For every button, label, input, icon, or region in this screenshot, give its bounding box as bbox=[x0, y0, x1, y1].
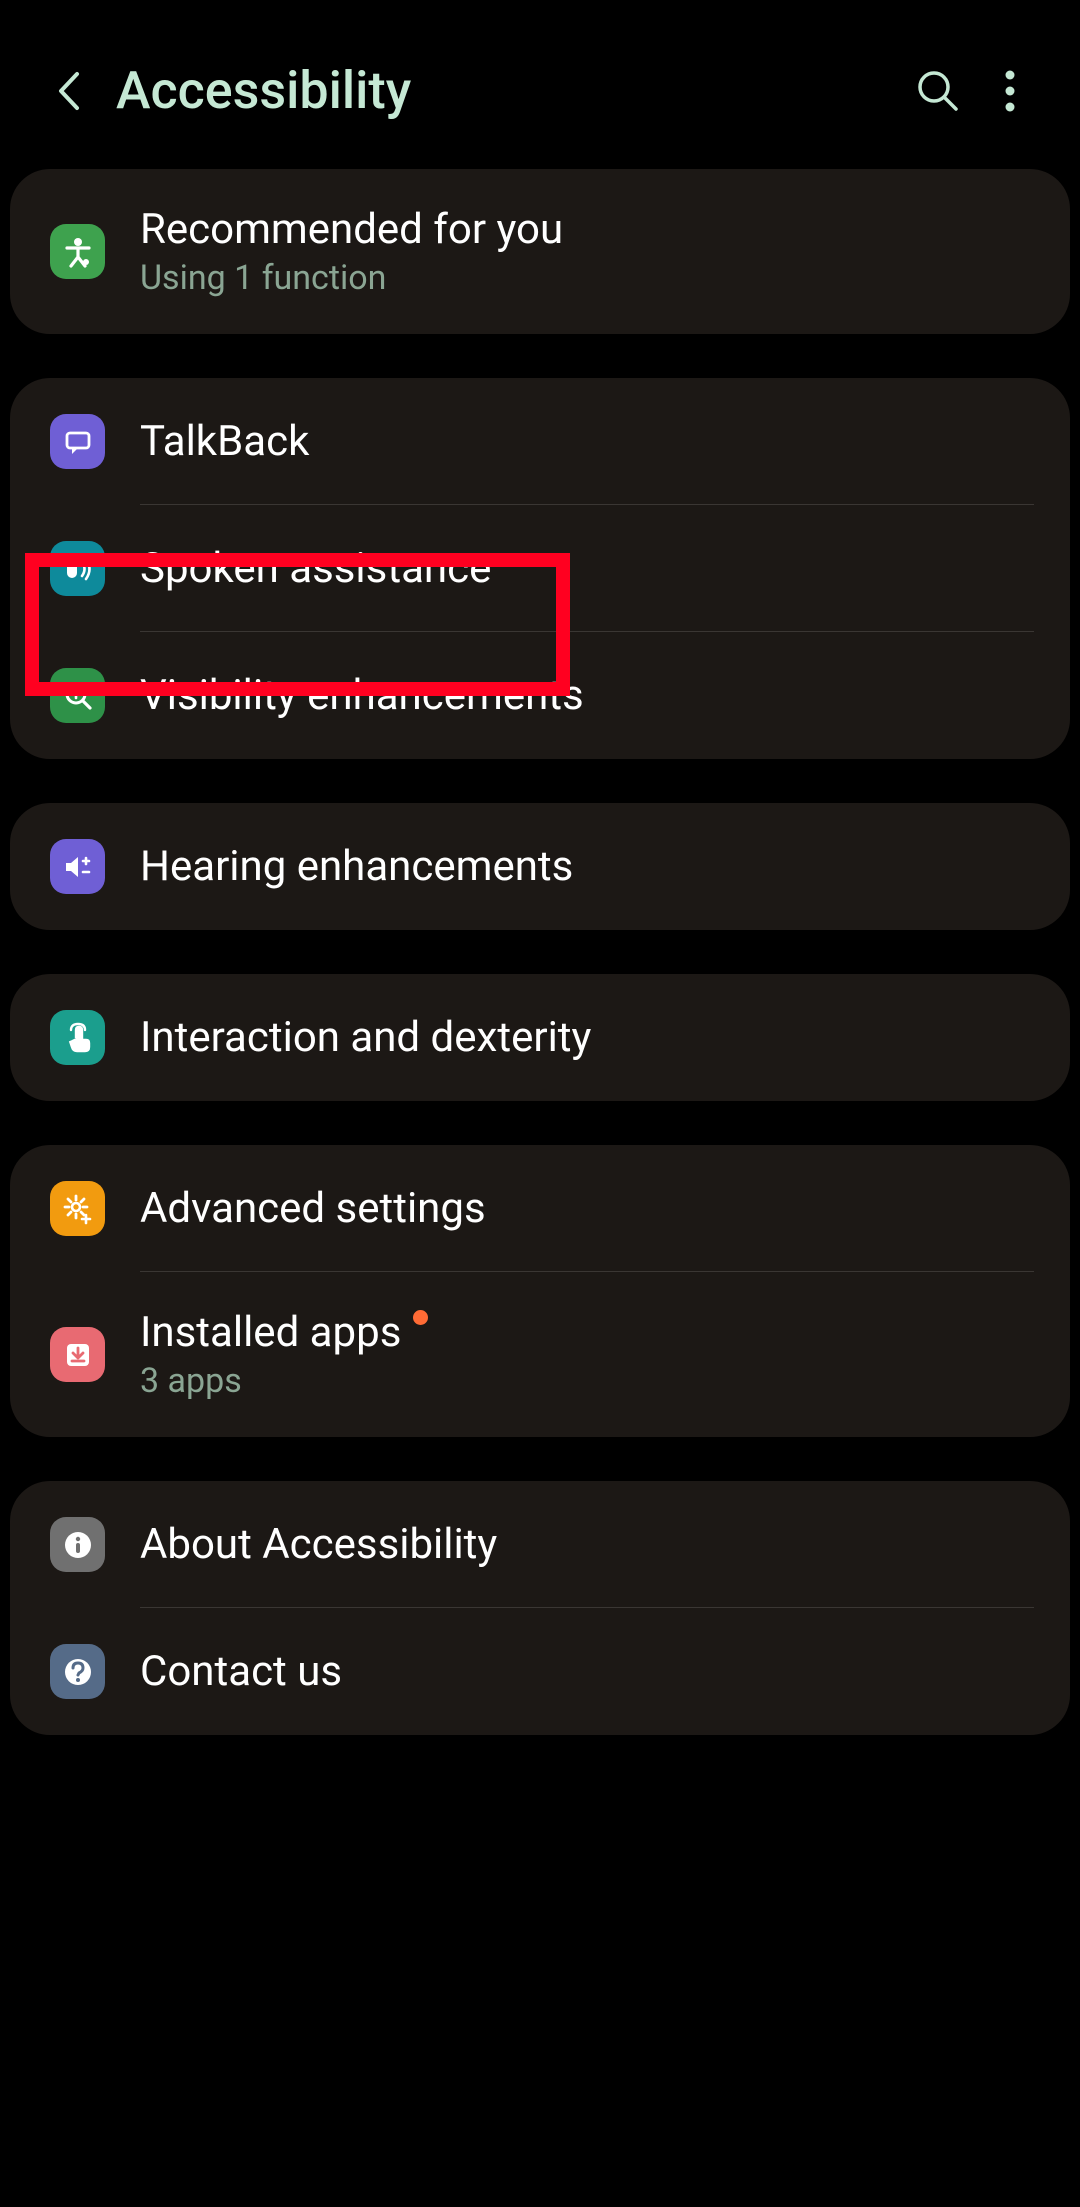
row-text: Advanced settings bbox=[140, 1184, 486, 1233]
row-text: TalkBack bbox=[140, 417, 309, 466]
search-button[interactable] bbox=[915, 68, 960, 113]
row-title: Hearing enhancements bbox=[140, 842, 573, 891]
settings-groups: Recommended for youUsing 1 function TalkB… bbox=[0, 169, 1080, 1735]
info-circle-icon bbox=[50, 1517, 105, 1572]
settings-group-advanced: Advanced settings Installed apps3 apps bbox=[10, 1145, 1070, 1437]
volume-adjust-icon bbox=[50, 839, 105, 894]
chevron-left-icon bbox=[55, 70, 81, 112]
row-installed-apps[interactable]: Installed apps3 apps bbox=[10, 1272, 1070, 1437]
row-title: Visibility enhancements bbox=[140, 671, 584, 720]
row-spoken-assistance[interactable]: Spoken assistance bbox=[10, 505, 1070, 632]
vertical-dots-icon bbox=[1005, 70, 1015, 112]
row-about-accessibility[interactable]: About Accessibility bbox=[10, 1481, 1070, 1608]
back-button[interactable] bbox=[50, 73, 86, 109]
row-subtitle: Using 1 function bbox=[140, 258, 563, 298]
row-title: Advanced settings bbox=[140, 1184, 486, 1233]
magnify-plus-icon bbox=[50, 668, 105, 723]
row-title: About Accessibility bbox=[140, 1520, 497, 1569]
touch-tap-icon bbox=[50, 1010, 105, 1065]
notification-badge bbox=[413, 1310, 428, 1325]
row-title: Interaction and dexterity bbox=[140, 1013, 591, 1062]
row-text: Hearing enhancements bbox=[140, 842, 573, 891]
row-text: Visibility enhancements bbox=[140, 671, 584, 720]
settings-group-speech-vision: TalkBack Spoken assistance Visibility enha… bbox=[10, 378, 1070, 759]
row-title: Installed apps bbox=[140, 1308, 428, 1357]
row-text: Spoken assistance bbox=[140, 544, 491, 593]
settings-group-interaction: Interaction and dexterity bbox=[10, 974, 1070, 1101]
row-interaction-dexterity[interactable]: Interaction and dexterity bbox=[10, 974, 1070, 1101]
row-advanced-settings[interactable]: Advanced settings bbox=[10, 1145, 1070, 1272]
row-hearing-enhancements[interactable]: Hearing enhancements bbox=[10, 803, 1070, 930]
accessibility-person-icon bbox=[50, 224, 105, 279]
page-title: Accessibility bbox=[116, 60, 915, 121]
row-talkback[interactable]: TalkBack bbox=[10, 378, 1070, 505]
row-text: Interaction and dexterity bbox=[140, 1013, 591, 1062]
row-title: Recommended for you bbox=[140, 205, 563, 254]
settings-group-recommended: Recommended for youUsing 1 function bbox=[10, 169, 1070, 334]
row-text: Recommended for youUsing 1 function bbox=[140, 205, 563, 298]
row-title: Contact us bbox=[140, 1647, 342, 1696]
search-icon bbox=[915, 68, 960, 113]
row-text: Installed apps3 apps bbox=[140, 1308, 428, 1401]
row-text: About Accessibility bbox=[140, 1520, 497, 1569]
settings-group-info: About Accessibility Contact us bbox=[10, 1481, 1070, 1735]
row-contact-us[interactable]: Contact us bbox=[10, 1608, 1070, 1735]
settings-group-hearing: Hearing enhancements bbox=[10, 803, 1070, 930]
row-recommended-for-you[interactable]: Recommended for youUsing 1 function bbox=[10, 169, 1070, 334]
gear-plus-icon bbox=[50, 1181, 105, 1236]
more-options-button[interactable] bbox=[1005, 70, 1015, 112]
row-visibility-enhancements[interactable]: Visibility enhancements bbox=[10, 632, 1070, 759]
chat-bubble-icon bbox=[50, 414, 105, 469]
download-box-icon bbox=[50, 1327, 105, 1382]
speaker-waves-icon bbox=[50, 541, 105, 596]
row-subtitle: 3 apps bbox=[140, 1361, 428, 1401]
row-title: TalkBack bbox=[140, 417, 309, 466]
help-circle-icon bbox=[50, 1644, 105, 1699]
header-actions bbox=[915, 68, 1015, 113]
row-text: Contact us bbox=[140, 1647, 342, 1696]
row-title: Spoken assistance bbox=[140, 544, 491, 593]
app-header: Accessibility bbox=[0, 0, 1080, 169]
